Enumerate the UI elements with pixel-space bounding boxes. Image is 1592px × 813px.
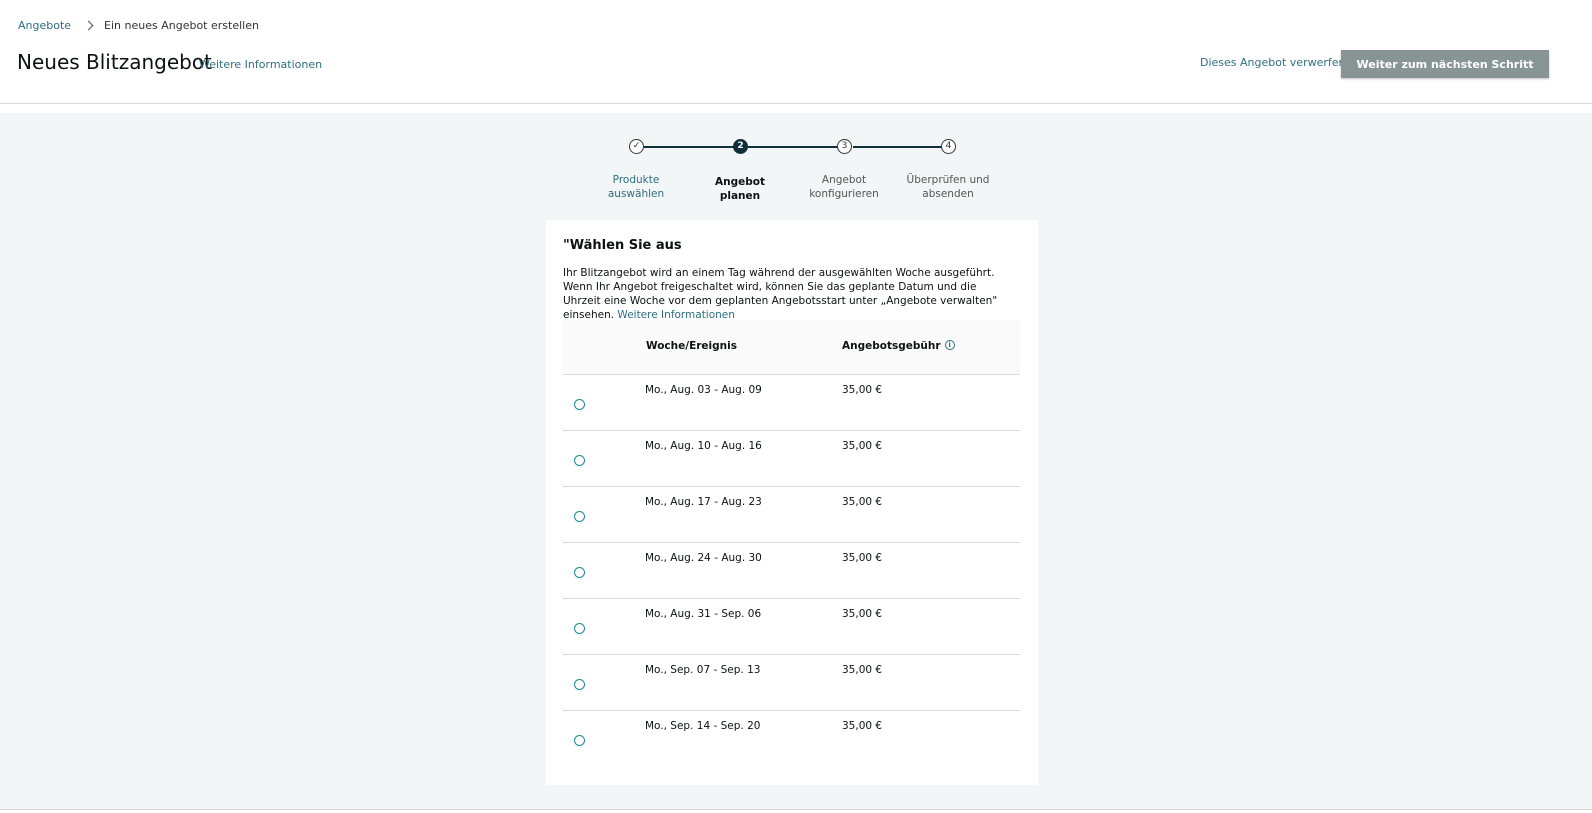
step-4-label: Überprüfen und absenden bbox=[893, 173, 1003, 201]
step-4-marker: 4 bbox=[941, 139, 956, 154]
fee-cell: 35,00 € bbox=[842, 720, 883, 732]
week-radio-button[interactable] bbox=[574, 623, 585, 634]
step-connector bbox=[644, 146, 736, 148]
column-header-week: Woche/Ereignis bbox=[646, 340, 737, 352]
table-row[interactable]: Mo., Aug. 24 - Aug. 30 35,00 € bbox=[563, 543, 1020, 599]
info-icon[interactable]: i bbox=[944, 340, 955, 350]
table-row[interactable]: Mo., Sep. 14 - Sep. 20 35,00 € bbox=[563, 711, 1020, 767]
week-radio-button[interactable] bbox=[574, 567, 585, 578]
discard-offer-link[interactable]: Dieses Angebot verwerfen bbox=[1200, 56, 1346, 69]
step-1-label[interactable]: Produkte auswählen bbox=[581, 173, 691, 201]
week-cell: Mo., Aug. 24 - Aug. 30 bbox=[645, 552, 762, 564]
week-radio-button[interactable] bbox=[574, 679, 585, 690]
main-content: ✓ 2 3 4 Produkte auswählen Angebot plane… bbox=[0, 113, 1592, 810]
step-3-label: Angebot konfigurieren bbox=[789, 173, 899, 201]
schedule-card: "Wählen Sie aus Ihr Blitzangebot wird an… bbox=[546, 220, 1038, 785]
breadcrumb-current: Ein neues Angebot erstellen bbox=[104, 19, 259, 32]
table-row[interactable]: Mo., Aug. 17 - Aug. 23 35,00 € bbox=[563, 487, 1020, 543]
step-4-label-line1: Überprüfen und bbox=[906, 174, 990, 186]
table-row[interactable]: Mo., Aug. 10 - Aug. 16 35,00 € bbox=[563, 431, 1020, 487]
step-4-label-line2: absenden bbox=[922, 188, 974, 200]
step-1-check-icon: ✓ bbox=[629, 139, 644, 154]
step-connector bbox=[748, 146, 841, 148]
column-header-fee: Angebotsgebühr i bbox=[842, 340, 955, 352]
step-3-marker: 3 bbox=[837, 139, 852, 154]
next-step-button[interactable]: Weiter zum nächsten Schritt bbox=[1341, 50, 1549, 78]
chevron-right-icon bbox=[83, 20, 94, 31]
week-table: Woche/Ereignis Angebotsgebühr i Mo., Aug.… bbox=[563, 320, 1020, 767]
table-row[interactable]: Mo., Aug. 31 - Sep. 06 35,00 € bbox=[563, 599, 1020, 655]
week-radio-button[interactable] bbox=[574, 399, 585, 410]
step-3-label-line1: Angebot bbox=[821, 174, 867, 186]
progress-stepper: ✓ 2 3 4 Produkte auswählen Angebot plane… bbox=[0, 113, 1592, 223]
step-2-label-line1: Angebot bbox=[715, 176, 765, 188]
fee-cell: 35,00 € bbox=[842, 384, 883, 396]
week-cell: Mo., Sep. 07 - Sep. 13 bbox=[645, 664, 761, 676]
step-2-label: Angebot planen bbox=[685, 175, 795, 203]
table-row[interactable]: Mo., Aug. 03 - Aug. 09 35,00 € bbox=[563, 375, 1020, 431]
fee-cell: 35,00 € bbox=[842, 608, 883, 620]
week-cell: Mo., Aug. 10 - Aug. 16 bbox=[645, 440, 762, 452]
step-3-label-line2: konfigurieren bbox=[809, 188, 879, 200]
step-1-label-line1: Produkte bbox=[612, 174, 660, 186]
step-connector bbox=[853, 146, 946, 148]
column-header-fee-label: Angebotsgebühr bbox=[842, 340, 941, 352]
step-2-marker: 2 bbox=[733, 139, 748, 154]
week-radio-button[interactable] bbox=[574, 455, 585, 466]
more-info-link[interactable]: Weitere Informationen bbox=[199, 58, 322, 71]
fee-cell: 35,00 € bbox=[842, 440, 883, 452]
card-description: Ihr Blitzangebot wird an einem Tag währe… bbox=[563, 266, 1008, 322]
page-title: Neues Blitzangebot bbox=[17, 50, 212, 74]
week-radio-button[interactable] bbox=[574, 735, 585, 746]
card-title: "Wählen Sie aus bbox=[563, 238, 682, 253]
fee-cell: 35,00 € bbox=[842, 664, 883, 676]
step-1-label-line2: auswählen bbox=[607, 188, 665, 200]
fee-cell: 35,00 € bbox=[842, 496, 883, 508]
week-radio-button[interactable] bbox=[574, 511, 585, 522]
step-2-label-line2: planen bbox=[719, 190, 761, 202]
breadcrumb-link-angebote[interactable]: Angebote bbox=[18, 19, 71, 32]
week-cell: Mo., Aug. 03 - Aug. 09 bbox=[645, 384, 762, 396]
breadcrumb: Angebote Ein neues Angebot erstellen bbox=[18, 19, 259, 32]
week-cell: Mo., Aug. 17 - Aug. 23 bbox=[645, 496, 762, 508]
week-cell: Mo., Sep. 14 - Sep. 20 bbox=[645, 720, 761, 732]
page-header: Angebote Ein neues Angebot erstellen Neu… bbox=[0, 0, 1592, 104]
table-header: Woche/Ereignis Angebotsgebühr i bbox=[563, 320, 1020, 375]
week-cell: Mo., Aug. 31 - Sep. 06 bbox=[645, 608, 762, 620]
table-row[interactable]: Mo., Sep. 07 - Sep. 13 35,00 € bbox=[563, 655, 1020, 711]
fee-cell: 35,00 € bbox=[842, 552, 883, 564]
